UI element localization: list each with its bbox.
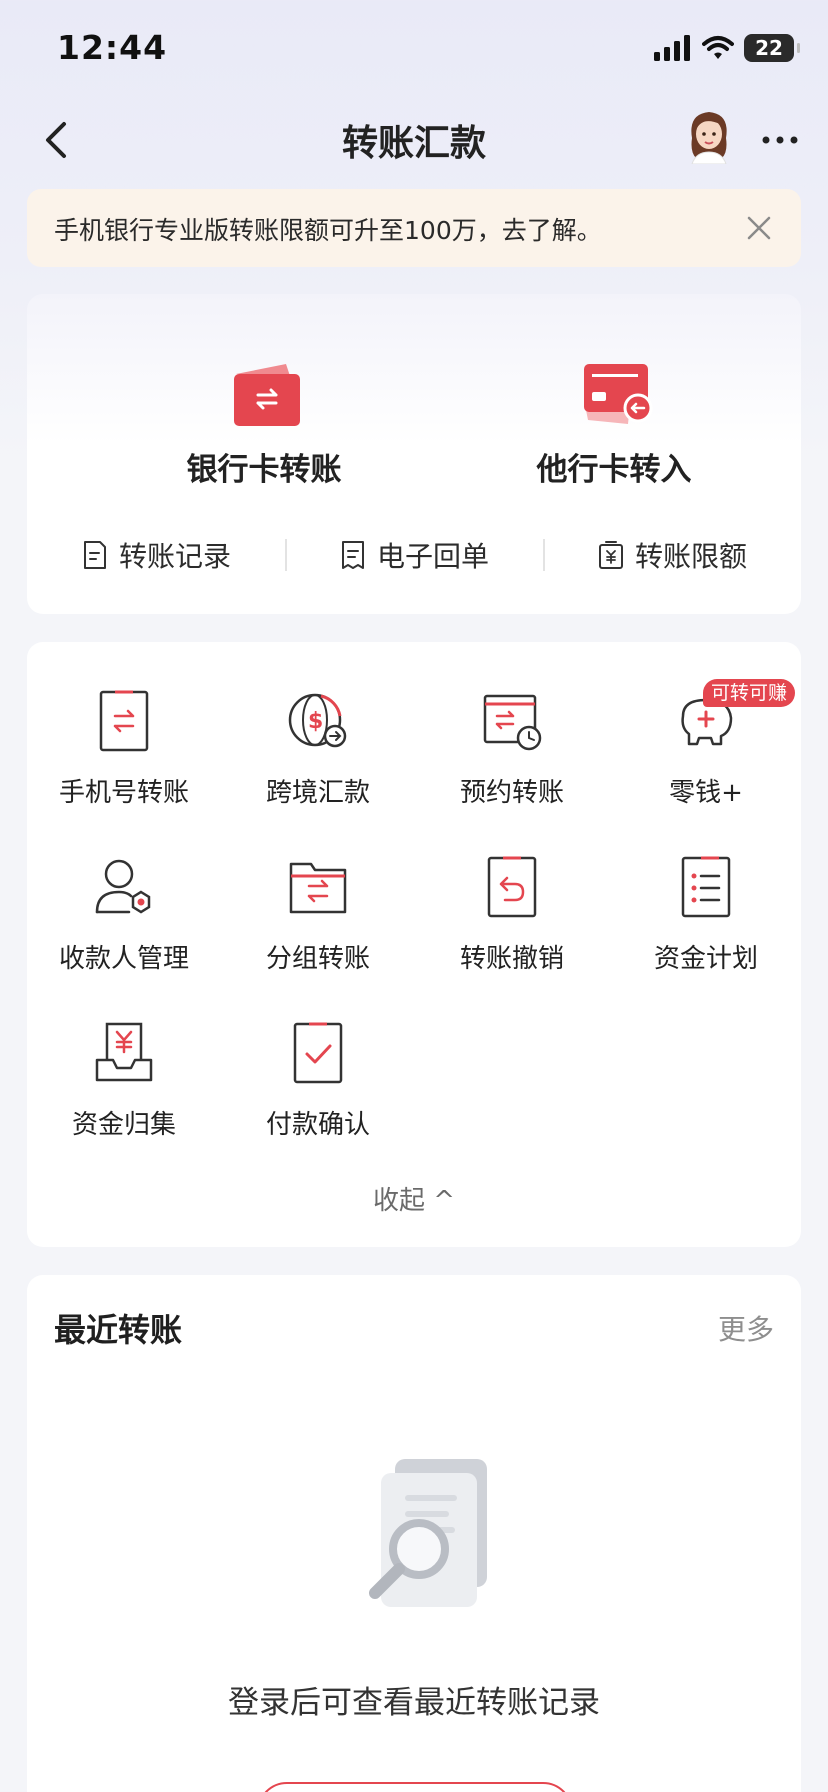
e-receipt-label: 电子回单	[376, 540, 489, 573]
more-icon[interactable]	[760, 120, 800, 160]
avatar[interactable]	[684, 108, 734, 164]
cross-border-label: 跨境汇款	[265, 778, 370, 808]
group-transfer-button[interactable]: 分组转账	[221, 854, 415, 984]
transfer-limit-button[interactable]: 转账限额	[543, 529, 801, 581]
other-bank-card-in-button[interactable]: 他行卡转入	[474, 360, 754, 490]
payment-confirm-button[interactable]: 付款确认	[221, 1020, 415, 1150]
phone-transfer-icon	[99, 690, 149, 752]
empty-search-illustration	[369, 1459, 487, 1607]
change-plus-label: 零钱+	[669, 778, 743, 808]
recent-transfers-card: 最近转账 更多 登录后可查看最近转账记录	[27, 1275, 801, 1792]
change-plus-button[interactable]: 零钱+	[609, 688, 803, 818]
scheduled-transfer-icon	[483, 694, 542, 751]
fund-plan-icon	[681, 856, 731, 918]
phone-transfer-button[interactable]: 手机号转账	[27, 688, 221, 818]
bank-card-transfer-button[interactable]: 银行卡转账	[124, 360, 404, 490]
bank-card-transfer-icon	[234, 364, 300, 426]
notice-banner[interactable]: 手机银行专业版转账限额可升至100万，去了解。	[27, 189, 801, 267]
transfer-revoke-label: 转账撤销	[459, 944, 564, 974]
group-transfer-icon	[289, 862, 347, 914]
cross-border-button[interactable]: $ 跨境汇款	[221, 688, 415, 818]
empty-state-text: 登录后可查看最近转账记录	[228, 1685, 600, 1721]
payee-manage-button[interactable]: 收款人管理	[27, 854, 221, 984]
transfer-revoke-icon	[487, 856, 537, 918]
svg-text:$: $	[308, 709, 323, 734]
fund-plan-label: 资金计划	[653, 944, 758, 974]
payment-confirm-icon	[293, 1022, 343, 1084]
other-bank-card-in-icon	[584, 364, 653, 424]
bank-card-transfer-label: 银行卡转账	[186, 452, 342, 488]
record-icon	[83, 541, 106, 569]
fund-collect-icon	[95, 1022, 153, 1082]
transfer-main-card: 银行卡转账 他行卡转入 转账记录 电子回单 转账限额	[27, 294, 801, 614]
wifi-icon	[702, 36, 734, 59]
transfer-limit-label: 转账限额	[634, 540, 747, 573]
scheduled-transfer-label: 预约转账	[459, 778, 564, 808]
limit-icon	[598, 541, 623, 569]
e-receipt-button[interactable]: 电子回单	[285, 529, 543, 581]
transfer-revoke-button[interactable]: 转账撤销	[415, 854, 609, 984]
nav-bar: 转账汇款	[0, 100, 828, 180]
status-bar: 12:44 22	[0, 0, 828, 100]
cross-border-icon: $	[288, 693, 347, 748]
promo-badge: 可转可赚	[703, 679, 796, 707]
payee-manage-icon	[95, 859, 151, 914]
status-icons: 22	[654, 34, 800, 62]
phone-transfer-label: 手机号转账	[58, 778, 189, 808]
fund-collect-button[interactable]: 资金归集	[27, 1020, 221, 1150]
scheduled-transfer-button[interactable]: 预约转账	[415, 688, 609, 818]
receipt-icon	[341, 541, 364, 569]
battery-indicator: 22	[744, 34, 800, 62]
fund-collect-label: 资金归集	[71, 1110, 176, 1140]
group-transfer-label: 分组转账	[265, 944, 370, 974]
collapse-button[interactable]: 收起 ^	[27, 1180, 801, 1217]
payee-manage-label: 收款人管理	[58, 944, 189, 974]
recent-title: 最近转账	[54, 1311, 183, 1349]
recent-more-link[interactable]: 更多	[718, 1308, 774, 1348]
notice-text[interactable]: 手机银行专业版转账限额可升至100万，去了解。	[54, 211, 602, 247]
sub-actions-row: 转账记录 电子回单 转账限额	[27, 529, 801, 581]
transfer-services-card: 手机号转账 $ 跨境汇款 预约转账 零钱+ 可转可赚 收款人管理 分组转账 转账…	[27, 642, 801, 1247]
close-icon[interactable]	[739, 208, 779, 248]
status-time: 12:44	[57, 28, 168, 67]
fund-plan-button[interactable]: 资金计划	[609, 854, 803, 984]
transfer-record-label: 转账记录	[118, 540, 231, 573]
transfer-record-button[interactable]: 转账记录	[27, 529, 285, 581]
payment-confirm-label: 付款确认	[265, 1110, 370, 1140]
signal-icon	[654, 35, 690, 61]
login-button[interactable]	[257, 1782, 573, 1792]
other-bank-card-in-label: 他行卡转入	[536, 452, 692, 488]
